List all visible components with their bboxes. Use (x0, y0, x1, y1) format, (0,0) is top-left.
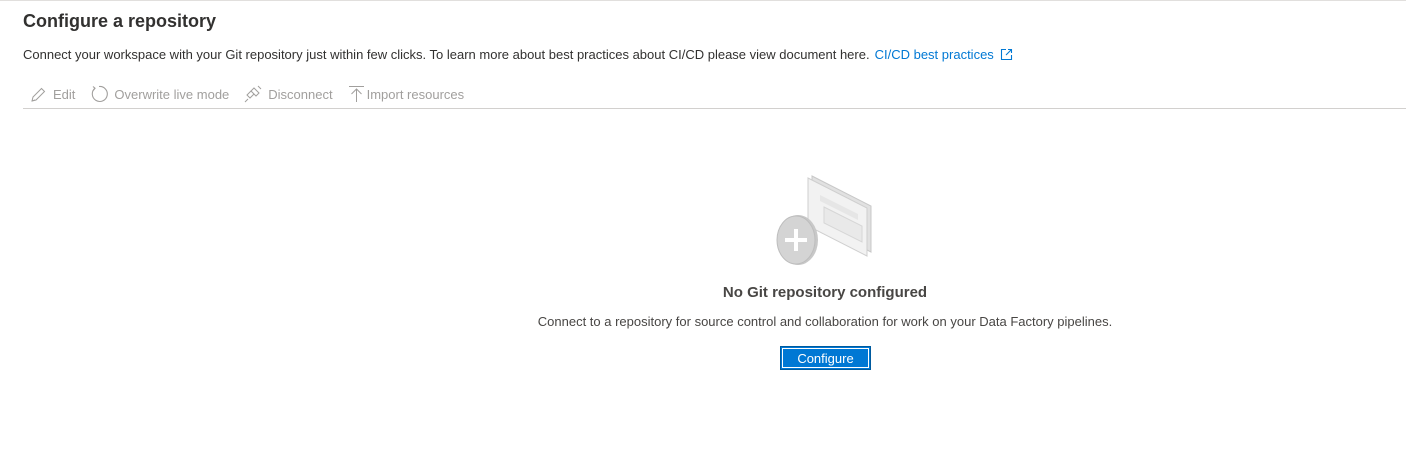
overwrite-label: Overwrite live mode (114, 86, 230, 102)
link-label: CI/CD best practices (874, 47, 994, 62)
edit-button[interactable]: Edit (30, 86, 75, 103)
edit-label: Edit (53, 86, 76, 102)
repository-illustration (776, 175, 872, 265)
external-link-icon (1000, 48, 1012, 61)
cicd-best-practices-link[interactable]: CI/CD best practices (875, 47, 1013, 62)
page-title: Configure a repository (23, 11, 217, 31)
disconnect-button[interactable]: Disconnect (244, 85, 333, 103)
refresh-icon (92, 85, 109, 102)
disconnect-plug-icon (244, 85, 262, 103)
empty-state-description: Connect to a repository for source contr… (537, 314, 1113, 329)
import-label: Import resources (366, 86, 465, 102)
disconnect-label: Disconnect (268, 86, 333, 102)
page-description: Connect your workspace with your Git rep… (23, 47, 1013, 62)
description-text: Connect your workspace with your Git rep… (23, 47, 870, 62)
configure-button[interactable]: Configure (780, 346, 871, 370)
command-bar: Edit Overwrite live mode Disconnect Impo… (23, 80, 1406, 109)
pencil-icon (31, 87, 46, 102)
empty-state-title: No Git repository configured (722, 284, 928, 301)
top-divider (0, 0, 1406, 1)
import-resources-button[interactable]: Import resources (348, 85, 465, 103)
overwrite-live-mode-button[interactable]: Overwrite live mode (90, 85, 229, 103)
upload-arrow-icon (348, 86, 364, 102)
